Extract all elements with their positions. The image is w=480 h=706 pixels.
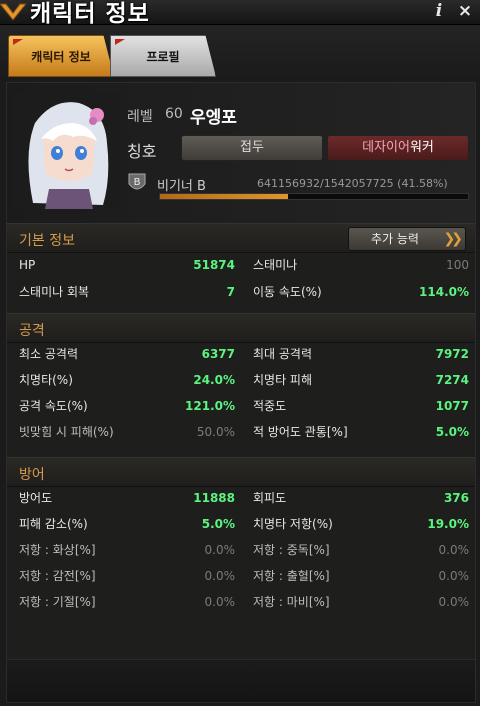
stat-value-evasion: 376 — [443, 491, 469, 505]
section-basic-header: 기본 정보 추가 능력 ❯❯ — [7, 223, 475, 253]
exp-bar — [159, 193, 469, 200]
exp-text: 641156932/1542057725 (41.58%) — [257, 177, 448, 190]
stat-label-resist-burn: 저항 : 화상[%] — [19, 543, 96, 557]
stat-value-stamina-regen: 7 — [226, 285, 235, 299]
stat-value-resist-bleed: 0.0% — [438, 569, 470, 583]
extra-ability-button[interactable]: 추가 능력 ❯❯ — [348, 227, 466, 251]
stat-label-crit: 치명타(%) — [19, 373, 73, 387]
tab-profile[interactable]: 프로필 — [110, 35, 216, 77]
close-icon[interactable]: × — [456, 2, 474, 20]
stat-row: 최소 공격력 6377 최대 공격력 7972 — [7, 343, 475, 365]
window-titlebar: 캐릭터 정보 i × — [0, 0, 480, 27]
stat-label-crit-resist: 치명타 저항(%) — [253, 517, 333, 531]
stat-label-damage-reduction: 피해 감소(%) — [19, 517, 88, 531]
section-attack-title: 공격 — [19, 323, 45, 339]
stat-value-crit: 24.0% — [193, 373, 235, 387]
stat-value-graze-damage: 50.0% — [196, 425, 235, 439]
window-title: 캐릭터 정보 — [30, 1, 150, 27]
svg-text:B: B — [134, 177, 141, 188]
title-label: 칭호 — [127, 142, 157, 161]
stat-value-armor-pierce: 5.0% — [435, 425, 469, 439]
tab-flag-icon — [13, 39, 23, 45]
stat-label-hp: HP — [19, 258, 36, 272]
level-value: 60 — [165, 106, 183, 122]
title-suffix-button[interactable]: 데자이어워커 — [327, 135, 469, 161]
stat-row: 저항 : 기절[%] 0.0% 저항 : 마비[%] 0.0% — [7, 591, 475, 613]
stat-label-resist-stun: 저항 : 기절[%] — [19, 595, 96, 609]
character-name: 우엥포 — [190, 108, 237, 128]
exp-bar-fill — [160, 194, 289, 199]
stat-row: 공격 속도(%) 121.0% 적중도 1077 — [7, 395, 475, 417]
section-defense-title: 방어 — [19, 467, 45, 483]
stat-row: 치명타(%) 24.0% 치명타 피해 7274 — [7, 369, 475, 391]
stat-label-resist-paralysis: 저항 : 마비[%] — [253, 595, 330, 609]
stat-value-resist-burn: 0.0% — [204, 543, 236, 557]
stat-row: HP 51874 스태미나 100 — [7, 254, 475, 276]
stat-label-attack-speed: 공격 속도(%) — [19, 399, 88, 413]
title-suffix-part3: 워커 — [409, 140, 434, 155]
stat-row: 스태미나 회복 7 이동 속도(%) 114.0% — [7, 281, 475, 303]
stat-value-stamina: 100 — [446, 258, 469, 272]
double-chevron-right-icon: ❯❯ — [443, 231, 464, 247]
stat-value-crit-damage: 7274 — [435, 373, 469, 387]
stat-value-max-attack: 7972 — [435, 347, 469, 361]
stat-value-resist-poison: 0.0% — [438, 543, 470, 557]
level-label: 레벨 — [127, 109, 153, 125]
section-basic-title: 기본 정보 — [19, 233, 75, 249]
extra-ability-label: 추가 능력 — [371, 232, 419, 246]
stat-value-defense: 11888 — [193, 491, 235, 505]
stat-label-resist-poison: 저항 : 중독[%] — [253, 543, 330, 557]
stat-row: 피해 감소(%) 5.0% 치명타 저항(%) 19.0% — [7, 513, 475, 535]
stat-label-accuracy: 적중도 — [253, 399, 287, 413]
profile-area: 레벨 60 우엥포 칭호 접두 데자이어워커 B 비기너 B 641156932… — [7, 83, 475, 223]
stat-value-crit-resist: 19.0% — [427, 517, 469, 531]
tab-bar: 캐릭터 정보 프로필 — [0, 25, 480, 80]
gold-chevron-emblem-icon — [0, 3, 26, 21]
stat-label-move-speed: 이동 속도(%) — [253, 285, 322, 299]
title-suffix-part2: 이어 — [386, 140, 410, 155]
stat-label-evasion: 회피도 — [253, 491, 287, 505]
stat-value-attack-speed: 121.0% — [185, 399, 235, 413]
panel-footer — [7, 659, 475, 702]
stat-value-resist-stun: 0.0% — [204, 595, 236, 609]
stat-label-stamina-regen: 스태미나 회복 — [19, 285, 90, 299]
stat-label-max-attack: 최대 공격력 — [253, 347, 313, 361]
info-icon[interactable]: i — [430, 2, 448, 20]
stat-row: 빗맞힘 시 피해(%) 50.0% 적 방어도 관통[%] 5.0% — [7, 421, 475, 443]
tab-character-info-label: 캐릭터 정보 — [31, 50, 91, 64]
stat-label-resist-bleed: 저항 : 출혈[%] — [253, 569, 330, 583]
stat-label-resist-shock: 저항 : 감전[%] — [19, 569, 96, 583]
tab-character-info[interactable]: 캐릭터 정보 — [8, 35, 114, 77]
rank-label: 비기너 B — [157, 179, 206, 194]
stat-label-stamina: 스태미나 — [253, 258, 298, 272]
stat-row: 저항 : 화상[%] 0.0% 저항 : 중독[%] 0.0% — [7, 539, 475, 561]
stat-label-crit-damage: 치명타 피해 — [253, 373, 313, 387]
tab-flag-icon — [115, 39, 125, 45]
character-portrait — [13, 93, 121, 209]
stat-value-min-attack: 6377 — [201, 347, 235, 361]
stat-value-accuracy: 1077 — [435, 399, 469, 413]
shield-badge-icon: B — [128, 173, 146, 190]
character-panel: 캐릭터 정보 프로필 레벨 60 우엥포 칭호 접두 데자이어워커 B 비기너 … — [0, 25, 480, 706]
stat-value-damage-reduction: 5.0% — [201, 517, 235, 531]
title-suffix-part1: 데자 — [362, 140, 387, 155]
stat-label-min-attack: 최소 공격력 — [19, 347, 79, 361]
tab-profile-label: 프로필 — [146, 50, 180, 64]
stat-value-resist-paralysis: 0.0% — [438, 595, 470, 609]
title-prefix-button[interactable]: 접두 — [181, 135, 323, 161]
stat-label-armor-pierce: 적 방어도 관통[%] — [253, 425, 348, 439]
section-defense-header: 방어 — [7, 457, 475, 487]
stat-row: 방어도 11888 회피도 376 — [7, 487, 475, 509]
character-content: 레벨 60 우엥포 칭호 접두 데자이어워커 B 비기너 B 641156932… — [6, 82, 476, 703]
stat-label-defense: 방어도 — [19, 491, 53, 505]
stat-value-resist-shock: 0.0% — [204, 569, 236, 583]
section-attack-header: 공격 — [7, 313, 475, 343]
stat-row: 저항 : 감전[%] 0.0% 저항 : 출혈[%] 0.0% — [7, 565, 475, 587]
stat-label-graze-damage: 빗맞힘 시 피해(%) — [19, 425, 114, 439]
stat-value-hp: 51874 — [193, 258, 235, 272]
stat-value-move-speed: 114.0% — [419, 285, 469, 299]
